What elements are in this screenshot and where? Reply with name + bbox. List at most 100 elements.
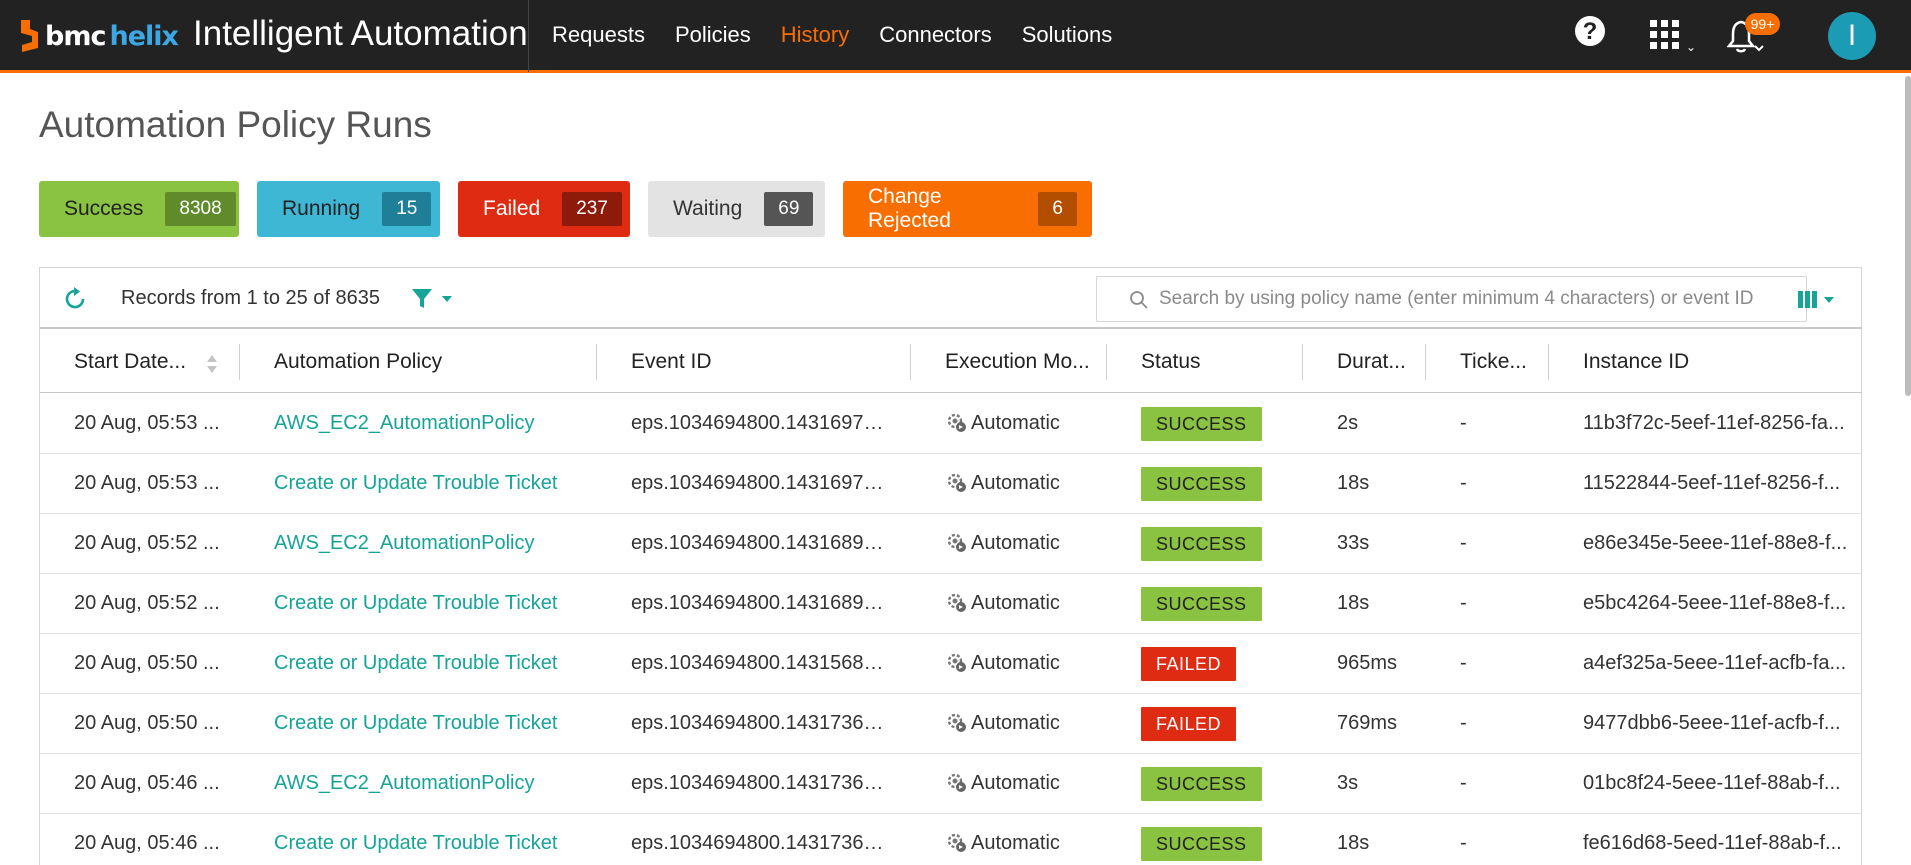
status-filter-running[interactable]: Running 15 [257,181,440,237]
cell-automation-policy-link[interactable]: Create or Update Trouble Ticket [240,634,597,693]
cell-event-id: eps.1034694800.14317367... [631,832,892,854]
table-row[interactable]: 20 Aug, 05:50 ... Create or Update Troub… [40,634,1861,694]
column-header-start-date[interactable]: Start Date... [40,330,240,393]
refresh-icon[interactable] [62,286,88,312]
cell-automation-policy-link[interactable]: AWS_EC2_AutomationPolicy [240,394,597,453]
status-filter-waiting[interactable]: Waiting 69 [648,181,825,237]
cell-execution-mode: Automatic [911,394,1107,453]
nav-policies[interactable]: Policies [675,22,751,48]
cell-duration: 2s [1337,412,1359,434]
gear-auto-icon [947,593,966,612]
cell-execution-mode: Automatic [911,634,1107,693]
nav-history[interactable]: History [781,22,849,48]
filter-icon[interactable] [410,286,460,312]
bmc-helix-logo[interactable]: bmc helix [16,18,179,54]
cell-execution-mode: Automatic [911,514,1107,573]
status-filter-count: 237 [562,192,622,226]
cell-automation-policy-link[interactable]: AWS_EC2_AutomationPolicy [240,754,597,813]
cell-event-id: eps.1034694800.14316897... [631,532,892,554]
chevron-down-icon: ⌄ [1686,40,1697,54]
nav-requests[interactable]: Requests [552,22,645,48]
help-icon[interactable]: ? [1575,16,1605,46]
table-row[interactable]: 20 Aug, 05:52 ... AWS_EC2_AutomationPoli… [40,514,1861,574]
status-filter-success[interactable]: Success 8308 [39,181,239,237]
status-filter-change-rejected[interactable]: Change Rejected 6 [843,181,1092,237]
cell-status: SUCCESS [1107,394,1303,453]
status-badge: SUCCESS [1141,827,1262,861]
table-row[interactable]: 20 Aug, 05:53 ... AWS_EC2_AutomationPoli… [40,394,1861,454]
cell-ticket: - [1460,712,1467,734]
execution-mode-text: Automatic [971,532,1060,554]
cell-status: SUCCESS [1107,574,1303,633]
cell-ticket: - [1460,652,1467,674]
cell-ticket: - [1460,592,1467,614]
status-filter-count: 8308 [165,192,236,226]
table-row[interactable]: 20 Aug, 05:53 ... Create or Update Troub… [40,454,1861,514]
app-grid-icon[interactable]: ⌄ [1650,20,1696,54]
cell-automation-policy-link[interactable]: Create or Update Trouble Ticket [240,694,597,753]
column-header-automation-policy[interactable]: Automation Policy [240,330,597,393]
table-row[interactable]: 20 Aug, 05:52 ... Create or Update Troub… [40,574,1861,634]
avatar[interactable]: I [1828,12,1876,60]
execution-mode-text: Automatic [971,832,1060,854]
page-title: Automation Policy Runs [39,104,432,145]
nav-divider [528,0,529,72]
table-row[interactable]: 20 Aug, 05:46 ... Create or Update Troub… [40,814,1861,865]
cell-event-id: eps.1034694800.14317367... [631,772,892,794]
top-navigation-bar: bmc helix Intelligent Automation Requests… [0,0,1911,73]
column-header-instance-id[interactable]: Instance ID [1549,330,1861,393]
status-badge: SUCCESS [1141,767,1262,801]
page-scrollbar[interactable] [1905,76,1911,396]
gear-auto-icon [947,713,966,732]
column-chooser-icon[interactable] [1795,286,1845,312]
cell-ticket: - [1460,472,1467,494]
sort-icon[interactable] [206,354,218,374]
cell-automation-policy-link[interactable]: Create or Update Trouble Ticket [240,814,597,865]
cell-duration: 18s [1337,472,1370,494]
cell-execution-mode: Automatic [911,454,1107,513]
gear-auto-icon [947,833,966,852]
cell-start-date: 20 Aug, 05:53 ... [74,472,220,494]
notification-count-badge: 99+ [1745,13,1780,35]
cell-start-date: 20 Aug, 05:52 ... [74,592,220,614]
cell-ticket: - [1460,832,1467,854]
execution-mode-text: Automatic [971,412,1060,434]
cell-start-date: 20 Aug, 05:46 ... [74,772,220,794]
cell-start-date: 20 Aug, 05:52 ... [74,532,220,554]
cell-automation-policy-link[interactable]: Create or Update Trouble Ticket [240,454,597,513]
cell-event-id: eps.1034694800.14316897... [631,592,892,614]
status-filter-failed[interactable]: Failed 237 [458,181,630,237]
column-header-execution-mode[interactable]: Execution Mo... [911,330,1107,393]
cell-automation-policy-link[interactable]: AWS_EC2_AutomationPolicy [240,514,597,573]
grid-toolbar: Records from 1 to 25 of 8635 [40,268,1861,329]
table-row[interactable]: 20 Aug, 05:46 ... AWS_EC2_AutomationPoli… [40,754,1861,814]
status-filter-label: Failed [483,197,541,220]
status-filter-label: Success [64,197,144,220]
execution-mode-text: Automatic [971,592,1060,614]
execution-mode-text: Automatic [971,652,1060,674]
nav-solutions[interactable]: Solutions [1022,22,1113,48]
cell-instance-id: e86e345e-5eee-11ef-88e8-f... [1583,532,1848,554]
cell-instance-id: 11522844-5eef-11ef-8256-f... [1583,472,1841,494]
search-icon [1130,291,1148,309]
cell-duration: 33s [1337,532,1370,554]
column-header-status[interactable]: Status [1107,330,1303,393]
column-header-event-id[interactable]: Event ID [597,330,911,393]
table-row[interactable]: 20 Aug, 05:50 ... Create or Update Troub… [40,694,1861,754]
cell-instance-id: e5bc4264-5eee-11ef-88e8-f... [1583,592,1847,614]
app-title: Intelligent Automation [193,14,528,53]
column-header-duration[interactable]: Durat... [1303,330,1426,393]
search-input[interactable] [1159,277,1799,321]
cell-status: SUCCESS [1107,814,1303,865]
cell-duration: 965ms [1337,652,1398,674]
cell-status: SUCCESS [1107,754,1303,813]
column-header-ticket[interactable]: Ticke... [1426,330,1549,393]
cell-status: FAILED [1107,694,1303,753]
nav-connectors[interactable]: Connectors [879,22,992,48]
cell-automation-policy-link[interactable]: Create or Update Trouble Ticket [240,574,597,633]
cell-instance-id: fe616d68-5eed-11ef-88ab-f... [1583,832,1842,854]
table-header: Start Date... Automation Policy Event ID… [40,330,1861,393]
status-filter-label: Change Rejected [868,185,951,232]
status-badge: SUCCESS [1141,467,1262,501]
cell-duration: 18s [1337,832,1370,854]
